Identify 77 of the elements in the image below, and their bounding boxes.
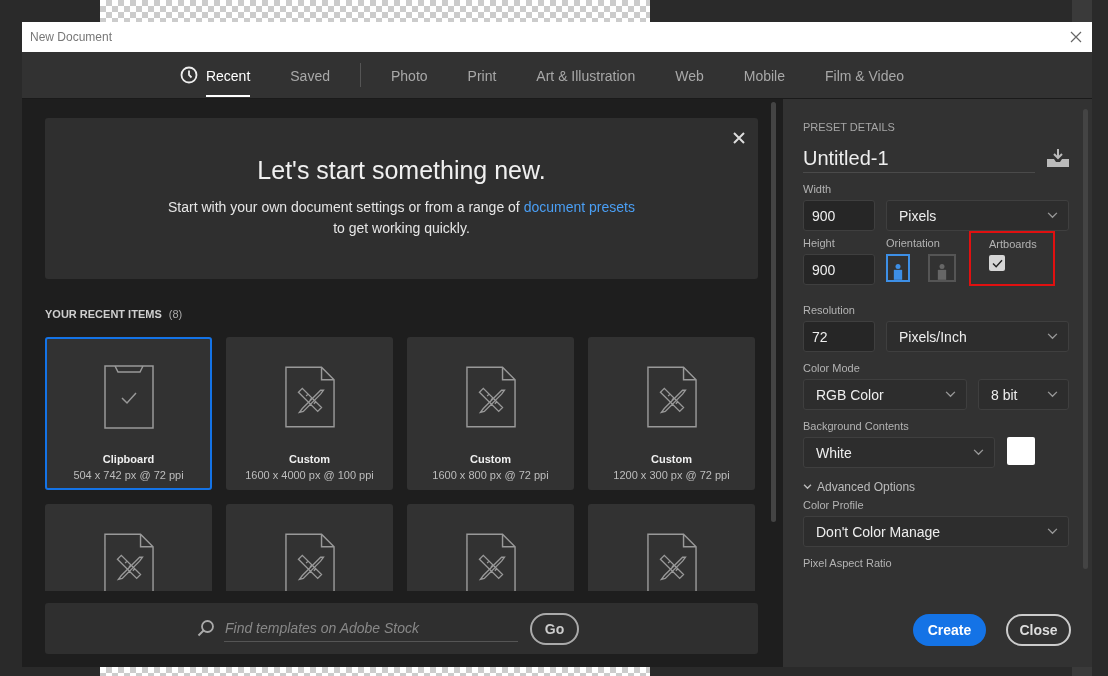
item-name: Custom: [289, 453, 330, 465]
item-count: (8): [168, 308, 183, 320]
recent-item-card[interactable]: Custom 1600 x 800 px @ 72 ppi: [407, 337, 574, 490]
color-profile-dropdown[interactable]: Don't Color Manage: [803, 516, 1069, 547]
document-ruler-pencil-icon: [465, 365, 516, 429]
search-icon: [197, 619, 215, 637]
person-icon: [937, 263, 947, 280]
tab[interactable]: Saved: [290, 52, 330, 98]
tab[interactable]: Mobile: [743, 52, 785, 98]
resolution-field[interactable]: 72: [803, 321, 875, 352]
field-label: Pixel Aspect Ratio: [803, 557, 893, 569]
close-icon[interactable]: [1070, 31, 1082, 43]
document-ruler-pencil-icon: [646, 365, 697, 429]
document-presets-link[interactable]: document presets: [523, 199, 635, 215]
tab[interactable]: Art & Illustration: [536, 52, 636, 98]
chevron-down-icon: [1047, 391, 1058, 398]
tab[interactable]: Film & Video: [825, 52, 905, 98]
field-label: Height: [803, 237, 836, 249]
field-label: Width: [803, 183, 833, 195]
chevron-icon: [803, 484, 812, 490]
item-details: 1600 x 4000 px @ 100 ppi: [245, 469, 374, 481]
clipboard-check-icon: [103, 365, 154, 429]
chevron-down-icon: [1047, 528, 1058, 535]
create-button[interactable]: Create: [913, 614, 986, 646]
field-label: Color Profile: [803, 499, 865, 511]
landscape-orientation-button[interactable]: [928, 254, 956, 282]
background-dropdown[interactable]: White: [803, 437, 995, 468]
welcome-heading: Let's start something new.: [257, 156, 546, 185]
clock-icon: [179, 66, 198, 84]
field-label: Artboards: [989, 238, 1038, 250]
document-name-field[interactable]: Untitled-1: [803, 147, 1035, 173]
tab[interactable]: Print: [467, 52, 497, 98]
chevron-down-icon: [945, 391, 956, 398]
width-field[interactable]: 900: [803, 200, 875, 231]
field-label: Color Mode: [803, 362, 861, 374]
chevron-down-icon: [1047, 333, 1058, 340]
tab[interactable]: Web: [675, 52, 704, 98]
welcome-text: Start with your own document settings or from a range of document presets to get working quickly.: [168, 198, 635, 238]
search-field[interactable]: Find templates on Adobe Stock: [224, 615, 518, 642]
person-icon: [893, 263, 903, 280]
scrollbar-thumb[interactable]: [771, 102, 776, 522]
close-button[interactable]: Close: [1006, 614, 1071, 646]
portrait-orientation-button[interactable]: [886, 254, 910, 282]
resolution-unit-dropdown[interactable]: Pixels/Inch: [886, 321, 1069, 352]
height-field[interactable]: 900: [803, 254, 875, 285]
item-details: 1600 x 800 px @ 72 ppi: [432, 469, 549, 481]
item-name: Custom: [470, 453, 511, 465]
section-heading: YOUR RECENT ITEMS: [45, 308, 162, 320]
item-name: Custom: [651, 453, 692, 465]
section-heading: PRESET DETAILS: [803, 121, 896, 133]
window-title: New Document: [30, 30, 113, 44]
item-details: 504 x 742 px @ 72 ppi: [73, 469, 184, 481]
chevron-down-icon: [973, 449, 984, 456]
recent-item-card[interactable]: Custom 1200 x 300 px @ 72 ppi: [588, 337, 755, 490]
bit-depth-dropdown[interactable]: 8 bit: [978, 379, 1069, 410]
field-label: Resolution: [803, 304, 856, 316]
tab[interactable]: Recent: [179, 52, 251, 98]
color-mode-dropdown[interactable]: RGB Color: [803, 379, 967, 410]
color-swatch[interactable]: [1007, 437, 1035, 465]
item-details: 1200 x 300 px @ 72 ppi: [613, 469, 730, 481]
recent-item-card[interactable]: Custom 1600 x 4000 px @ 100 ppi: [226, 337, 393, 490]
field-label: Orientation: [886, 237, 941, 249]
go-button[interactable]: Go: [530, 612, 579, 645]
tab[interactable]: Photo: [390, 52, 428, 98]
document-ruler-pencil-icon: [646, 532, 697, 591]
unit-dropdown[interactable]: Pixels: [886, 200, 1069, 231]
item-name: Clipboard: [102, 453, 155, 465]
document-ruler-pencil-icon: [103, 532, 154, 591]
recent-item-card[interactable]: Clipboard 504 x 742 px @ 72 ppi: [45, 337, 212, 490]
document-ruler-pencil-icon: [284, 532, 335, 591]
chevron-down-icon: [1047, 212, 1058, 219]
artboards-checkbox[interactable]: [989, 255, 1005, 271]
document-ruler-pencil-icon: [465, 532, 516, 591]
field-label: Background Contents: [803, 420, 910, 432]
document-ruler-pencil-icon: [284, 365, 335, 429]
save-preset-icon[interactable]: [1047, 149, 1069, 167]
advanced-options-toggle[interactable]: Advanced Options: [803, 480, 1069, 494]
